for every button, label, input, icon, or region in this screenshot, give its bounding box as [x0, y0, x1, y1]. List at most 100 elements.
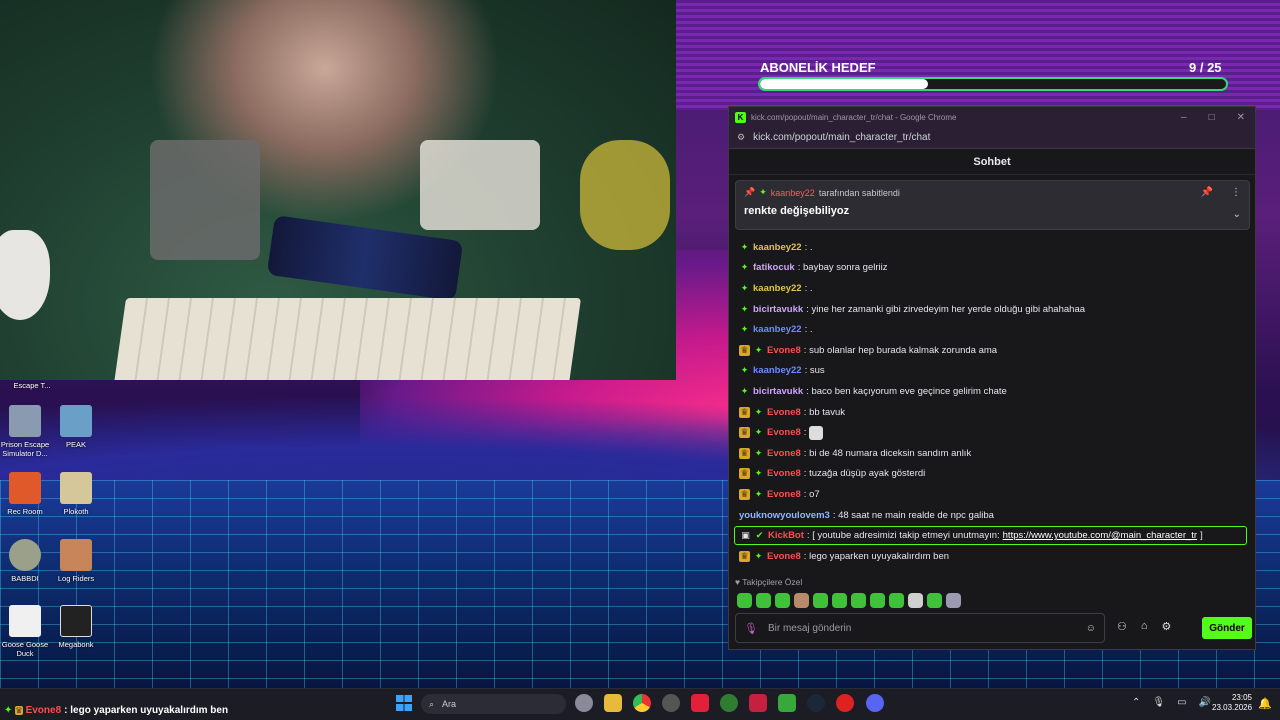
emote[interactable]: [946, 593, 961, 608]
network-icon[interactable]: ▭: [1177, 697, 1186, 708]
file-explorer-icon[interactable]: [604, 694, 622, 712]
app-icon[interactable]: [691, 694, 709, 712]
store-icon[interactable]: ⌂: [1141, 620, 1148, 633]
chat-username[interactable]: Evone8: [767, 489, 801, 500]
emote[interactable]: [737, 593, 752, 608]
emote-bar: [737, 593, 961, 608]
emote[interactable]: [927, 593, 942, 608]
chat-text: sub olanlar hep burada kalmak zorunda am…: [809, 344, 998, 356]
chat-username[interactable]: youknowyoulovem3: [739, 510, 830, 521]
chat-username[interactable]: Evone8: [767, 448, 801, 459]
obs-icon[interactable]: [662, 694, 680, 712]
emote[interactable]: [813, 593, 828, 608]
chat-username[interactable]: Evone8: [767, 427, 801, 438]
chat-username[interactable]: fatikocuk: [753, 262, 795, 273]
emote[interactable]: [794, 593, 809, 608]
chat-username[interactable]: Evone8: [767, 468, 801, 479]
settings-app-icon[interactable]: [575, 694, 593, 712]
windows-start-icon[interactable]: [396, 695, 412, 711]
desktop-icon-plokoth[interactable]: Plokoth: [46, 472, 106, 516]
more-options-icon[interactable]: ⋮: [1231, 187, 1241, 198]
emote[interactable]: [889, 593, 904, 608]
clock[interactable]: 23:05 23.03.2026: [1212, 693, 1252, 714]
notification-icon[interactable]: 🔔: [1258, 697, 1272, 710]
chat-separator: :: [803, 551, 807, 563]
gem-badge-icon: ✦: [4, 705, 13, 716]
desktop-icon-peak[interactable]: PEAK: [46, 405, 106, 449]
points-icon[interactable]: ⚇: [1117, 620, 1127, 633]
taskbar-search[interactable]: ⌕ Ara: [421, 694, 566, 714]
gear-icon[interactable]: ⚙: [1162, 620, 1172, 633]
close-icon[interactable]: ✕: [1237, 112, 1245, 123]
crown-badge-icon: ♛: [739, 447, 750, 459]
crown-badge-icon: ♛: [739, 344, 750, 356]
chat-separator: :: [804, 365, 808, 377]
emote[interactable]: [832, 593, 847, 608]
app-icon[interactable]: [749, 694, 767, 712]
steam-icon[interactable]: [807, 694, 825, 712]
maximize-icon[interactable]: □: [1209, 112, 1215, 123]
verified-badge-icon: ✔: [755, 530, 764, 541]
chat-input[interactable]: 🎙 Bir mesaj gönderin ☺: [735, 613, 1105, 643]
send-button[interactable]: Gönder: [1202, 617, 1252, 639]
chat-username[interactable]: kaanbey22: [753, 365, 802, 376]
chat-username[interactable]: KickBot: [768, 530, 804, 541]
chat-input-placeholder: Bir mesaj gönderin: [767, 622, 852, 634]
prison-escape-icon: [9, 405, 41, 437]
keyboard: [113, 298, 582, 380]
chat-username[interactable]: bicirtavukk: [753, 304, 803, 315]
microphone-icon[interactable]: 🎙: [744, 622, 758, 635]
emote[interactable]: [870, 593, 885, 608]
chevron-down-icon[interactable]: ⌄: [1233, 209, 1241, 220]
chat-username[interactable]: kaanbey22: [753, 324, 802, 335]
chevron-up-icon[interactable]: ⌃: [1132, 697, 1140, 708]
gem-badge-icon: ✦: [740, 282, 749, 293]
chat-username[interactable]: kaanbey22: [753, 242, 802, 253]
chat-username[interactable]: Evone8: [767, 407, 801, 418]
chat-separator: :: [803, 488, 807, 500]
heart-icon: ♥: [735, 577, 741, 587]
bot-message: ▣ ✔ KickBot: [ youtube adresimizi takip et…: [734, 526, 1247, 546]
minimize-icon[interactable]: –: [1181, 112, 1187, 123]
xbox-icon[interactable]: [720, 694, 738, 712]
mouse: [0, 230, 50, 320]
unpin-icon[interactable]: 📌: [1201, 187, 1213, 198]
chat-username[interactable]: Evone8: [767, 345, 801, 356]
gem-badge-icon: ✦: [754, 488, 763, 499]
emote[interactable]: [908, 593, 923, 608]
chat-username[interactable]: Evone8: [767, 551, 801, 562]
pinned-by-text: tarafından sabitlendi: [818, 187, 900, 198]
chat-separator: :: [803, 468, 807, 480]
desktop-icon-log-riders[interactable]: Log Riders: [46, 539, 106, 583]
youtube-link[interactable]: https://www.youtube.com/@main_character_…: [1003, 530, 1197, 541]
chat-message: ♛ ✦ Evone8: bb tavuk: [739, 402, 1249, 423]
plokoth-icon: [60, 472, 92, 504]
desktop-icon-escape[interactable]: Escape T...: [2, 381, 62, 390]
desktop-icon-label: Log Riders: [57, 574, 95, 583]
chat-text: .: [809, 324, 813, 336]
emote[interactable]: [756, 593, 771, 608]
volume-icon[interactable]: 🔊: [1199, 697, 1211, 708]
address-bar[interactable]: ⚙ kick.com/popout/main_character_tr/chat: [729, 127, 1255, 149]
chrome-icon[interactable]: [633, 694, 651, 712]
pinned-by-user[interactable]: kaanbey22: [771, 188, 815, 198]
xbox-app-icon[interactable]: [778, 694, 796, 712]
desktop-icon-megabonk[interactable]: Megabonk: [46, 605, 106, 649]
chat-username[interactable]: bicirtavukk: [753, 386, 803, 397]
emote[interactable]: [775, 593, 790, 608]
chat-username[interactable]: kaanbey22: [753, 283, 802, 294]
chat-text: 48 saat ne main realde de npc galiba: [838, 509, 994, 521]
site-info-icon[interactable]: ⚙: [737, 132, 745, 143]
emote[interactable]: [851, 593, 866, 608]
microphone-icon[interactable]: 🎙: [1152, 697, 1165, 708]
window-title: kick.com/popout/main_character_tr/chat -…: [751, 112, 957, 122]
crown-badge-icon: ♛: [739, 468, 750, 480]
emoji-icon[interactable]: ☺: [1086, 623, 1096, 634]
babbdi-icon: [9, 539, 41, 571]
app-icon[interactable]: [836, 694, 854, 712]
discord-icon[interactable]: [866, 694, 884, 712]
crown-badge-icon: ♛: [15, 706, 23, 715]
pin-icon: 📌: [744, 187, 756, 197]
pinned-message[interactable]: 📌 ✦ kaanbey22 tarafından sabitlendi renk…: [735, 180, 1250, 230]
desktop-icon-label: Plokoth: [63, 507, 89, 516]
